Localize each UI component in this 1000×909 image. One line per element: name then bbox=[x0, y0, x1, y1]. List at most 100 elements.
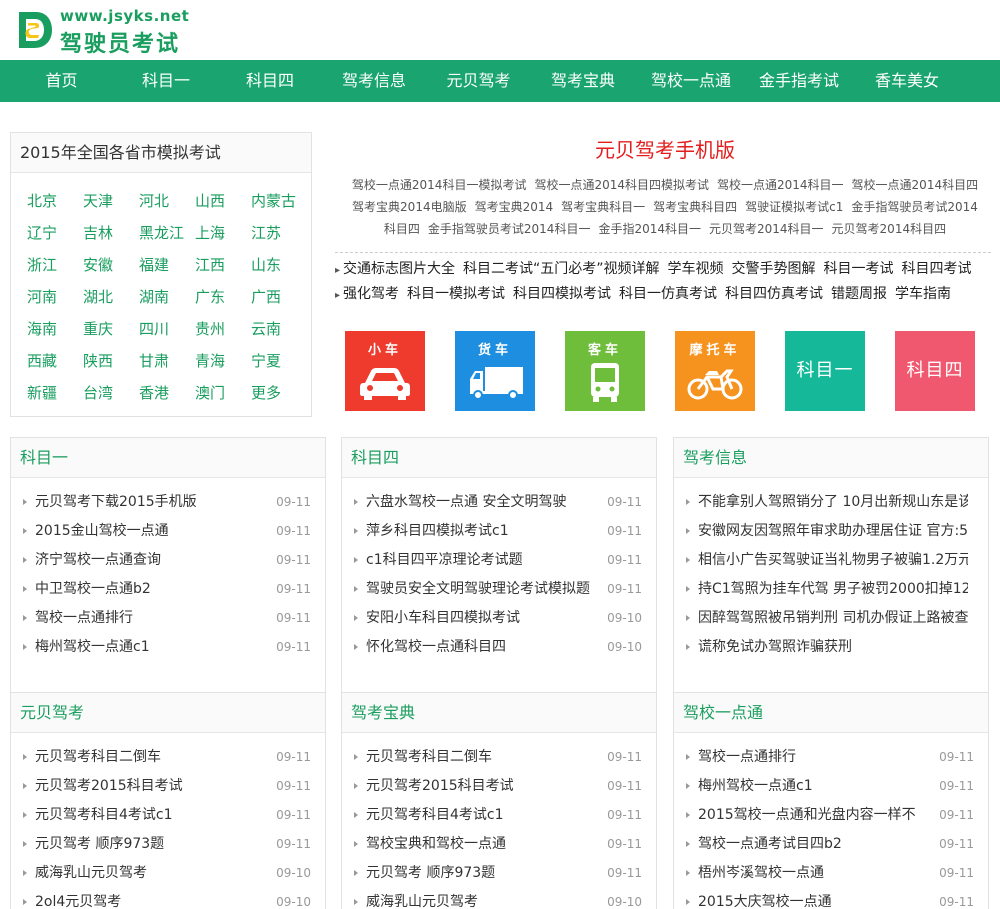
promo-row-link[interactable]: 交警手势图解 bbox=[732, 261, 816, 277]
list-item-title[interactable]: 驾校一点通排行 bbox=[698, 743, 968, 772]
list-item-title[interactable]: 驾驶员安全文明驾驶理论考试模拟题 bbox=[366, 575, 636, 604]
nav-home[interactable]: 首页 bbox=[0, 60, 123, 102]
promo-row-link[interactable]: 科目一模拟考试 bbox=[407, 286, 505, 302]
province-link[interactable]: 内蒙古 bbox=[251, 185, 307, 217]
province-link[interactable]: 广东 bbox=[195, 281, 251, 313]
list-item-title[interactable]: 持C1驾照为挂车代驾 男子被罚2000扣掉12分 bbox=[698, 575, 968, 604]
province-link[interactable]: 云南 bbox=[251, 313, 307, 345]
promo-row-link[interactable]: 科目一考试 bbox=[824, 261, 894, 277]
province-link[interactable]: 河南 bbox=[27, 281, 83, 313]
promo-link[interactable]: 驾考宝典2014电脑版 bbox=[352, 200, 467, 214]
tile-subject-one[interactable]: 科目一 bbox=[785, 331, 865, 411]
nav-yidiantong[interactable]: 驾校一点通 bbox=[626, 60, 756, 102]
list-item[interactable]: 驾校宝典和驾校一点通 09-11 bbox=[342, 830, 656, 859]
province-link[interactable]: 贵州 bbox=[195, 313, 251, 345]
promo-link[interactable]: 金手指2014科目一 bbox=[598, 222, 701, 236]
promo-row-link[interactable]: 学车指南 bbox=[895, 286, 951, 302]
tile-car[interactable]: 小车 bbox=[345, 331, 425, 411]
promo-row-link[interactable]: 错题周报 bbox=[831, 286, 887, 302]
promo-row-link[interactable]: 强化驾考 bbox=[343, 286, 399, 302]
promo-link[interactable]: 驾考宝典2014 bbox=[475, 200, 554, 214]
list-item[interactable]: 2015大庆驾校一点通 09-11 bbox=[674, 888, 988, 909]
list-item[interactable]: 元贝驾考2015科目考试 09-11 bbox=[342, 772, 656, 801]
tile-truck[interactable]: 货车 bbox=[455, 331, 535, 411]
list-item[interactable]: 相信小广告买驾驶证当礼物男子被骗1.2万元 bbox=[674, 546, 988, 575]
promo-row-link[interactable]: 科目二考试“五门必考”视频详解 bbox=[463, 261, 660, 277]
nav-exam-info[interactable]: 驾考信息 bbox=[331, 60, 417, 102]
list-item-title[interactable]: 元贝驾考科目二倒车 bbox=[35, 743, 305, 772]
list-item-title[interactable]: 安徽网友因驾照年审求助办理居住证 官方:5 bbox=[698, 517, 968, 546]
province-link[interactable]: 甘肃 bbox=[139, 345, 195, 377]
list-item-title[interactable]: 元贝驾考 顺序973题 bbox=[35, 830, 305, 859]
province-link[interactable]: 河北 bbox=[139, 185, 195, 217]
promo-row-link[interactable]: 学车视频 bbox=[668, 261, 724, 277]
list-item-title[interactable]: 元贝驾考2015科目考试 bbox=[35, 772, 305, 801]
list-item-title[interactable]: 驾校一点通考试目四b2 bbox=[698, 830, 968, 859]
list-item-title[interactable]: 2015驾校一点通和光盘内容一样不 bbox=[698, 801, 968, 830]
nav-cars[interactable]: 香车美女 bbox=[842, 60, 972, 102]
list-item-title[interactable]: 威海乳山元贝驾考 bbox=[366, 888, 636, 909]
list-item-title[interactable]: 威海乳山元贝驾考 bbox=[35, 859, 305, 888]
promo-link[interactable]: 金手指驾驶员考试2014科目一 bbox=[428, 222, 591, 236]
panel-title[interactable]: 驾考信息 bbox=[674, 438, 988, 478]
province-link[interactable]: 台湾 bbox=[83, 377, 139, 409]
nav-subject-four[interactable]: 科目四 bbox=[209, 60, 331, 102]
promo-link[interactable]: 驾校一点通2014科目四模拟考试 bbox=[534, 178, 709, 192]
promo-link[interactable]: 金手指驾驶员考试2014 bbox=[851, 200, 978, 214]
list-item[interactable]: 2015金山驾校一点通 09-11 bbox=[11, 517, 325, 546]
list-item[interactable]: 元贝驾考科目4考试c1 09-11 bbox=[342, 801, 656, 830]
list-item[interactable]: 驾校一点通考试目四b2 09-11 bbox=[674, 830, 988, 859]
list-item-title[interactable]: 不能拿别人驾照销分了 10月出新规山东是该 bbox=[698, 488, 968, 517]
list-item[interactable]: c1科目四平凉理论考试题 09-11 bbox=[342, 546, 656, 575]
promo-link[interactable]: 驾驶证模拟考试c1 bbox=[745, 200, 843, 214]
list-item[interactable]: 威海乳山元贝驾考 09-10 bbox=[342, 888, 656, 909]
list-item-title[interactable]: 元贝驾考科目二倒车 bbox=[366, 743, 636, 772]
province-link[interactable]: 陕西 bbox=[83, 345, 139, 377]
list-item-title[interactable]: 元贝驾考 顺序973题 bbox=[366, 859, 636, 888]
panel-title[interactable]: 科目四 bbox=[342, 438, 656, 478]
list-item[interactable]: 梧州岑溪驾校一点通 09-11 bbox=[674, 859, 988, 888]
province-link[interactable]: 吉林 bbox=[83, 217, 139, 249]
list-item[interactable]: 元贝驾考科目二倒车 09-11 bbox=[342, 743, 656, 772]
province-link[interactable]: 香港 bbox=[139, 377, 195, 409]
province-link[interactable]: 重庆 bbox=[83, 313, 139, 345]
promo-link[interactable]: 元贝驾考2014科目四 bbox=[832, 222, 947, 236]
province-link[interactable]: 辽宁 bbox=[27, 217, 83, 249]
province-link[interactable]: 湖南 bbox=[139, 281, 195, 313]
nav-subject-one[interactable]: 科目一 bbox=[123, 60, 209, 102]
list-item-title[interactable]: 2015大庆驾校一点通 bbox=[698, 888, 968, 909]
promo-row-link[interactable]: 科目四模拟考试 bbox=[513, 286, 611, 302]
list-item-title[interactable]: 梧州岑溪驾校一点通 bbox=[698, 859, 968, 888]
tile-bus[interactable]: 客车 bbox=[565, 331, 645, 411]
list-item[interactable]: 元贝驾考科目二倒车 09-11 bbox=[11, 743, 325, 772]
promo-link[interactable]: 驾考宝典科目四 bbox=[653, 200, 737, 214]
nav-yuanbei[interactable]: 元贝驾考 bbox=[417, 60, 540, 102]
list-item[interactable]: 威海乳山元贝驾考 09-10 bbox=[11, 859, 325, 888]
province-link[interactable]: 江西 bbox=[195, 249, 251, 281]
list-item-title[interactable]: 济宁驾校一点通查询 bbox=[35, 546, 305, 575]
list-item-title[interactable]: 中卫驾校一点通b2 bbox=[35, 575, 305, 604]
province-link[interactable]: 黑龙江 bbox=[139, 217, 195, 249]
list-item[interactable]: 六盘水驾校一点通 安全文明驾驶 09-11 bbox=[342, 488, 656, 517]
promo-row-link[interactable]: 科目四考试 bbox=[902, 261, 972, 277]
nav-baodian[interactable]: 驾考宝典 bbox=[540, 60, 626, 102]
list-item[interactable]: 萍乡科目四模拟考试c1 09-11 bbox=[342, 517, 656, 546]
promo-link[interactable]: 驾校一点通2014科目一模拟考试 bbox=[352, 178, 527, 192]
province-link[interactable]: 西藏 bbox=[27, 345, 83, 377]
promo-link[interactable]: 元贝驾考2014科目一 bbox=[709, 222, 824, 236]
list-item-title[interactable]: 驾校一点通排行 bbox=[35, 604, 305, 633]
province-link[interactable]: 山西 bbox=[195, 185, 251, 217]
promo-row-link[interactable]: 交通标志图片大全 bbox=[343, 261, 455, 277]
list-item[interactable]: 元贝驾考下载2015手机版 09-11 bbox=[11, 488, 325, 517]
promo-link[interactable]: 科目四 bbox=[384, 222, 420, 236]
province-link[interactable]: 更多 bbox=[251, 377, 307, 409]
list-item-title[interactable]: 怀化驾校一点通科目四 bbox=[366, 633, 636, 662]
list-item[interactable]: 元贝驾考 顺序973题 09-11 bbox=[11, 830, 325, 859]
list-item-title[interactable]: 驾校宝典和驾校一点通 bbox=[366, 830, 636, 859]
province-link[interactable]: 福建 bbox=[139, 249, 195, 281]
province-link[interactable]: 海南 bbox=[27, 313, 83, 345]
list-item-title[interactable]: c1科目四平凉理论考试题 bbox=[366, 546, 636, 575]
tile-motorcycle[interactable]: 摩托车 bbox=[675, 331, 755, 411]
list-item-title[interactable]: 因醉驾驾照被吊销判刑 司机办假证上路被查 bbox=[698, 604, 968, 633]
panel-title[interactable]: 元贝驾考 bbox=[11, 693, 325, 733]
